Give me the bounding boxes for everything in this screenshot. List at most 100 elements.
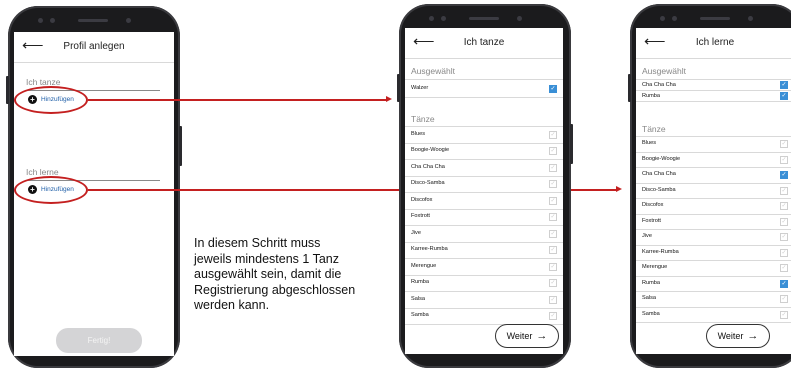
- checkbox-checked-icon[interactable]: ✓: [780, 92, 788, 100]
- checkbox-icon[interactable]: ✓: [549, 246, 557, 255]
- list-item[interactable]: Disco-Samba ✓: [405, 177, 563, 193]
- note-line: jeweils mindestens 1 Tanz: [194, 251, 339, 266]
- checkbox-icon[interactable]: ✓: [549, 262, 557, 271]
- next-button[interactable]: Weiter →: [706, 324, 770, 348]
- list-item-label: Discofox: [642, 202, 664, 209]
- side-button: [6, 76, 9, 104]
- list-item-label: Boogie-Woogie: [411, 147, 450, 154]
- list-item-label: Blues: [642, 140, 656, 147]
- side-button: [628, 74, 631, 102]
- list-item[interactable]: Boogie-Woogie ✓: [405, 144, 563, 160]
- checkbox-checked-icon[interactable]: ✓: [549, 84, 557, 93]
- list-item[interactable]: Discofox ✓: [405, 193, 563, 210]
- list-item-label: Boogie-Woogie: [642, 155, 681, 162]
- checkbox-icon[interactable]: ✓: [780, 310, 788, 319]
- checkbox-icon[interactable]: ✓: [549, 130, 557, 139]
- header: ⟵ Ich lerne: [636, 28, 791, 58]
- arrow-right-icon: →: [536, 330, 548, 342]
- page-title: Profil anlegen: [63, 41, 125, 52]
- checkbox-icon[interactable]: ✓: [780, 264, 788, 273]
- header: ⟵ Ich tanze: [405, 28, 563, 58]
- checkbox-icon[interactable]: ✓: [549, 295, 557, 304]
- list-item-label: Karree-Rumba: [411, 246, 448, 253]
- list-item[interactable]: Cha Cha Cha ✓: [636, 80, 791, 91]
- list-item[interactable]: Blues ✓: [405, 127, 563, 144]
- list-item-label: Cha Cha Cha: [642, 171, 676, 178]
- list-item[interactable]: Foxtrott ✓: [636, 215, 791, 230]
- checkbox-icon[interactable]: ✓: [549, 163, 557, 172]
- checkbox-icon[interactable]: ✓: [549, 213, 557, 222]
- list-item-label: Karree-Rumba: [642, 248, 679, 255]
- page-title: Ich lerne: [695, 37, 735, 48]
- side-button: [179, 126, 182, 166]
- checkbox-checked-icon[interactable]: ✓: [780, 171, 788, 180]
- note-line: Registrierung abgeschlossen: [194, 282, 356, 297]
- list-item[interactable]: Boogie-Woogie ✓: [636, 153, 791, 168]
- list-item-label: Cha Cha Cha: [642, 82, 676, 88]
- side-button: [570, 124, 573, 164]
- checkbox-icon[interactable]: ✓: [780, 295, 788, 304]
- list-item-label: Rumba: [642, 93, 661, 99]
- list-item-label: Rumba: [411, 279, 430, 286]
- list-item[interactable]: Walzer ✓: [405, 80, 563, 98]
- checkbox-icon[interactable]: ✓: [780, 186, 788, 195]
- dances-header: Tänze: [642, 124, 666, 134]
- next-label: Weiter: [506, 331, 533, 341]
- list-item-label: Cha Cha Cha: [411, 163, 445, 170]
- list-item[interactable]: Blues ✓: [636, 137, 791, 153]
- next-button[interactable]: Weiter →: [495, 324, 559, 348]
- list-item-label: Salsa: [411, 295, 425, 302]
- list-item-label: Rumba: [642, 279, 661, 286]
- list-item[interactable]: Salsa ✓: [405, 292, 563, 309]
- list-item-label: Samba: [411, 312, 429, 319]
- header: ⟵ Profil anlegen: [14, 32, 174, 62]
- checkbox-icon[interactable]: ✓: [780, 233, 788, 242]
- list-item[interactable]: Samba ✓: [636, 308, 791, 323]
- list-item[interactable]: Rumba ✓: [405, 276, 563, 292]
- list-item[interactable]: Discofox ✓: [636, 199, 791, 215]
- checkbox-icon[interactable]: ✓: [549, 196, 557, 205]
- list-item[interactable]: Jive ✓: [405, 226, 563, 243]
- phone-profile: ⟵ Profil anlegen Ich tanze + Hinzufügen …: [6, 6, 182, 368]
- checkbox-icon[interactable]: ✓: [549, 279, 557, 288]
- list-item[interactable]: Jive ✓: [636, 230, 791, 246]
- list-item-label: Blues: [411, 130, 425, 137]
- list-item-label: Merengue: [411, 262, 437, 269]
- note-line: ausgewählt sein, damit die: [194, 267, 342, 281]
- checkbox-icon[interactable]: ✓: [780, 155, 788, 164]
- list-item[interactable]: Karree-Rumba ✓: [636, 246, 791, 261]
- checkbox-icon[interactable]: ✓: [780, 217, 788, 226]
- list-item[interactable]: Rumba ✓: [636, 277, 791, 292]
- checkbox-icon[interactable]: ✓: [549, 229, 557, 238]
- list-item-label: Jive: [642, 233, 652, 240]
- page-title: Ich tanze: [463, 37, 505, 48]
- list-item[interactable]: Disco-Samba ✓: [636, 184, 791, 199]
- list-item[interactable]: Samba ✓: [405, 309, 563, 325]
- list-item[interactable]: Cha Cha Cha ✓: [405, 160, 563, 177]
- list-item-label: Disco-Samba: [642, 186, 676, 193]
- list-item-label: Discofox: [411, 196, 433, 203]
- checkbox-icon[interactable]: ✓: [549, 147, 557, 156]
- list-item[interactable]: Karree-Rumba ✓: [405, 243, 563, 259]
- list-item-label: Salsa: [642, 295, 656, 302]
- list-item[interactable]: Merengue ✓: [636, 261, 791, 277]
- checkbox-icon[interactable]: ✓: [780, 248, 788, 257]
- checkbox-icon[interactable]: ✓: [780, 202, 788, 211]
- list-item[interactable]: Merengue ✓: [405, 259, 563, 276]
- checkbox-checked-icon[interactable]: ✓: [780, 279, 788, 288]
- list-item[interactable]: Cha Cha Cha ✓: [636, 168, 791, 184]
- checkbox-checked-icon[interactable]: ✓: [780, 81, 788, 89]
- checkbox-icon[interactable]: ✓: [780, 140, 788, 149]
- finish-button[interactable]: Fertig!: [56, 328, 142, 353]
- arrowhead-icon: [386, 96, 392, 102]
- checkbox-icon[interactable]: ✓: [549, 180, 557, 189]
- connector-to-dance: [88, 99, 386, 101]
- list-item-label: Merengue: [642, 264, 668, 271]
- highlight-ellipse: [14, 86, 88, 114]
- note-line: werden kann.: [194, 298, 270, 312]
- list-item-label: Disco-Samba: [411, 180, 445, 187]
- list-item[interactable]: Foxtrott ✓: [405, 210, 563, 226]
- list-item[interactable]: Rumba ✓: [636, 91, 791, 102]
- checkbox-icon[interactable]: ✓: [549, 312, 557, 321]
- list-item[interactable]: Salsa ✓: [636, 292, 791, 308]
